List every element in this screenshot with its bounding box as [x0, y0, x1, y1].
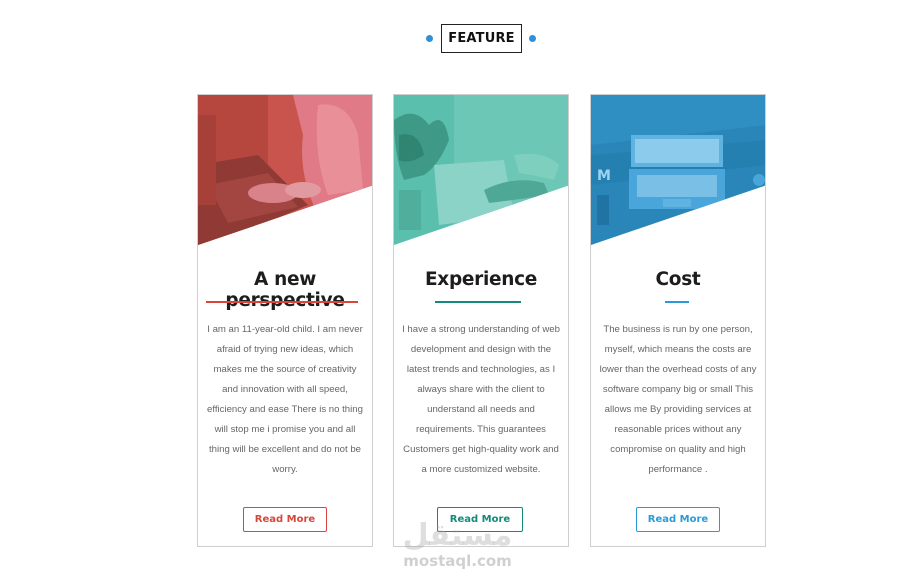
header-dot-right — [529, 35, 536, 42]
card-title: A new perspective — [225, 269, 345, 311]
card-description: I am an 11-year-old child. I am never af… — [207, 324, 363, 475]
section-header: FEATURE — [0, 24, 915, 53]
watermark-arabic: مستقل — [402, 518, 513, 553]
title-underline — [665, 301, 689, 303]
svg-text:M: M — [597, 168, 611, 184]
mostaql-watermark: مستقل mostaql.com — [395, 520, 520, 576]
watermark-latin: mostaql.com — [403, 552, 512, 570]
card-description: I have a strong understanding of web dev… — [402, 324, 560, 475]
card-title: Cost — [655, 269, 701, 290]
title-underline — [206, 301, 358, 303]
feature-heading: FEATURE — [441, 24, 522, 53]
feature-card-perspective: A new perspective I am an 11-year-old ch… — [197, 94, 373, 547]
read-more-button[interactable]: Read More — [636, 507, 720, 532]
read-more-button[interactable]: Read More — [243, 507, 327, 532]
laptop-topview-image: M — [591, 95, 765, 245]
feature-card-cost: M Cost The business is run by one person… — [590, 94, 766, 547]
title-underline — [435, 301, 521, 303]
feature-card-experience: Experience I have a strong understanding… — [393, 94, 569, 547]
card-description: The business is run by one person, mysel… — [599, 324, 757, 475]
laptop-typing-image — [198, 95, 372, 245]
header-dot-left — [426, 35, 433, 42]
plant-desk-image — [394, 95, 568, 245]
card-title: Experience — [424, 269, 538, 290]
